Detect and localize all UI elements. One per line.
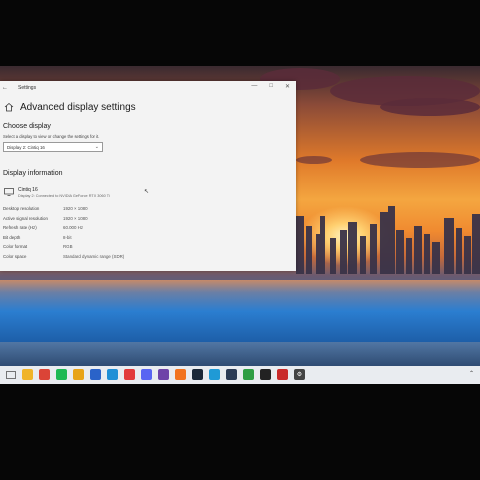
display-information-heading: Display information [3,170,63,177]
battle-net-icon[interactable] [209,369,220,380]
property-row: Active signal resolution 1920 × 1080 [3,214,296,224]
display-select[interactable]: Display 2: Cintiq 16 ⌄ [3,142,103,152]
property-row: Refresh rate (Hz) 60.000 Hz [3,223,296,233]
dark-app-icon[interactable] [260,369,271,380]
property-row: Color space Standard dynamic range (SDR) [3,252,296,262]
property-key: Desktop resolution [3,206,40,212]
property-value: 1920 × 1080 [63,206,88,212]
monitor-icon [4,188,14,196]
property-value: Standard dynamic range (SDR) [63,253,125,259]
opera-icon[interactable] [124,369,135,380]
maximize-button[interactable]: □ [269,83,273,90]
firefox-icon[interactable] [175,369,186,380]
task-view-icon[interactable] [0,371,22,379]
display-properties: Desktop resolution 1920 × 1080 Active si… [0,204,296,261]
taskbar: ⚙ ⌃ [0,366,480,384]
red-app-icon[interactable] [277,369,288,380]
property-value: 1920 × 1080 [63,215,88,221]
chrome-icon[interactable] [39,369,50,380]
mouse-cursor-icon: ↖ [144,189,150,195]
property-row: Color format RGB [3,242,296,252]
property-key: Refresh rate (Hz) [3,225,37,231]
choose-display-hint: Select a display to view or change the s… [3,134,100,139]
settings-window[interactable]: ← Settings — □ ✕ Advanced display settin… [0,81,296,271]
taskbar-apps: ⚙ [22,369,305,380]
window-title: Settings [18,85,37,91]
settings-icon[interactable]: ⚙ [294,369,305,380]
display-select-value: Display 2: Cintiq 16 [7,144,45,150]
property-key: Color space [3,253,27,259]
krita-icon[interactable] [158,369,169,380]
close-button[interactable]: ✕ [285,83,290,90]
property-row: Bit depth 8-bit [3,233,296,243]
window-controls: — □ ✕ [251,83,290,90]
monitor-app-icon[interactable] [226,369,237,380]
title-bar[interactable]: ← Settings — □ ✕ [0,81,296,95]
green-app-icon[interactable] [243,369,254,380]
property-key: Active signal resolution [3,215,48,221]
minimize-button[interactable]: — [251,83,257,90]
folder-icon[interactable] [73,369,84,380]
chevron-down-icon: ⌄ [94,144,99,150]
property-value: RGB [63,244,73,250]
choose-display-heading: Choose display [3,123,51,130]
steam-icon[interactable] [192,369,203,380]
spotify-icon[interactable] [56,369,67,380]
page-header: Advanced display settings [0,95,296,119]
discord-icon[interactable] [141,369,152,380]
display-connection: Display 2: Connected to NVIDIA GeForce R… [18,194,110,198]
property-value: 60.000 Hz [63,225,84,231]
property-key: Color format [3,244,28,250]
display-name: Cintiq 16 [18,187,38,193]
app-blue-icon[interactable] [90,369,101,380]
property-key: Bit depth [3,234,21,240]
home-icon[interactable] [4,102,14,112]
back-arrow-icon[interactable]: ← [0,85,10,91]
edge-icon[interactable] [107,369,118,380]
pool-edge [0,342,480,366]
system-tray-chevron-icon[interactable]: ⌃ [469,370,474,377]
property-row: Desktop resolution 1920 × 1080 [3,204,296,214]
property-value: 8-bit [63,234,72,240]
file-explorer-icon[interactable] [22,369,33,380]
page-title: Advanced display settings [20,101,136,113]
